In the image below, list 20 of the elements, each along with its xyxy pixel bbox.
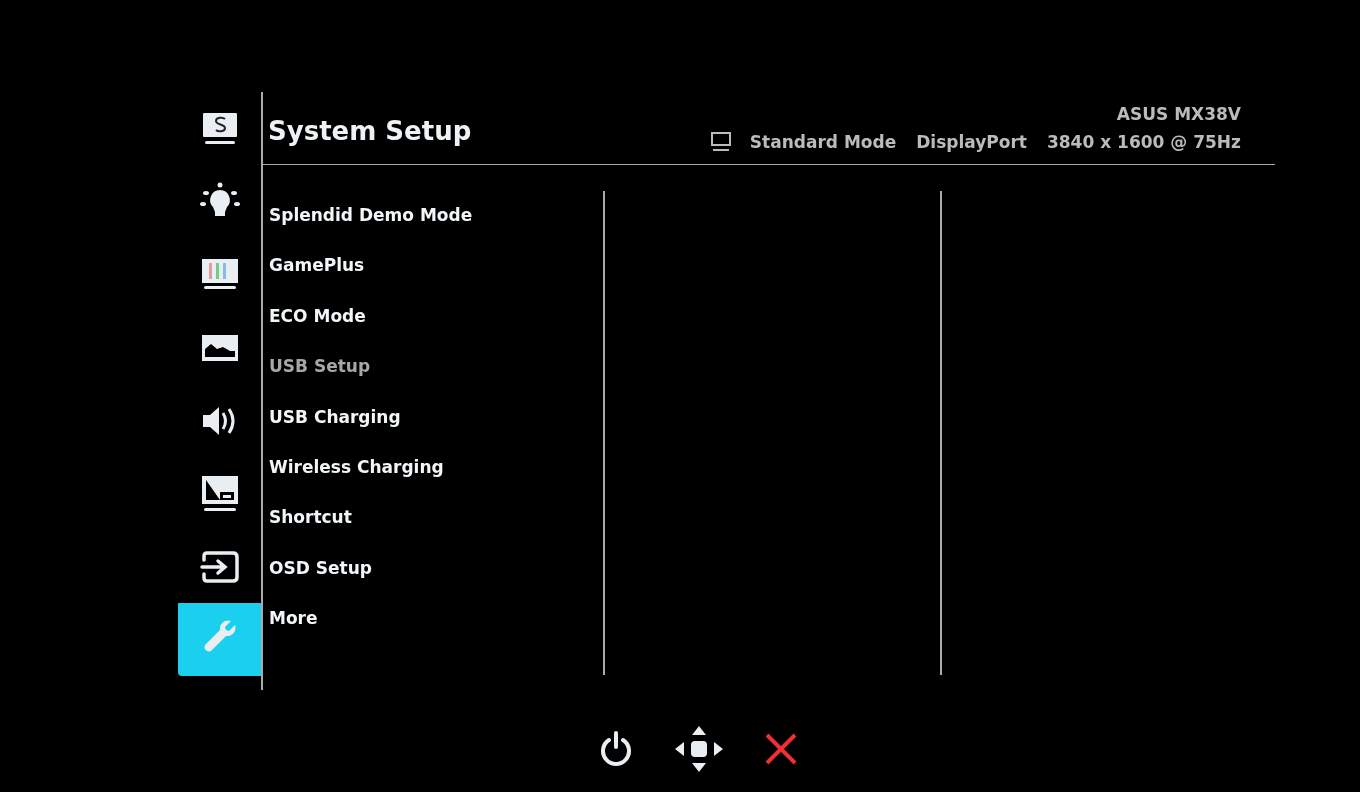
menu-title: System Setup [268, 116, 472, 146]
resolution: 3840 x 1600 @ 75Hz [1046, 132, 1241, 152]
menu-item[interactable]: USB Charging [269, 406, 401, 427]
menu-item[interactable]: ECO Mode [269, 305, 366, 326]
picture-icon [199, 332, 240, 363]
menu-item[interactable]: Splendid Demo Mode [269, 205, 473, 225]
monitor-s-icon [200, 110, 239, 147]
monitor-icon [709, 132, 732, 152]
display-mode: Standard Mode [749, 132, 897, 152]
power-icon[interactable] [598, 730, 634, 768]
model-name: ASUS MX38V [1116, 104, 1241, 124]
menu-item[interactable]: Wireless Charging [269, 456, 444, 477]
menu-item[interactable]: Shortcut [269, 507, 352, 528]
menu-item[interactable]: OSD Setup [269, 557, 372, 578]
joystick-icon[interactable] [674, 725, 724, 773]
menu-item[interactable]: GamePlus [269, 255, 365, 276]
input-arrow-icon [198, 550, 241, 583]
menu-item[interactable]: More [269, 608, 318, 629]
close-icon[interactable] [764, 732, 798, 766]
input-source: DisplayPort [916, 132, 1027, 152]
